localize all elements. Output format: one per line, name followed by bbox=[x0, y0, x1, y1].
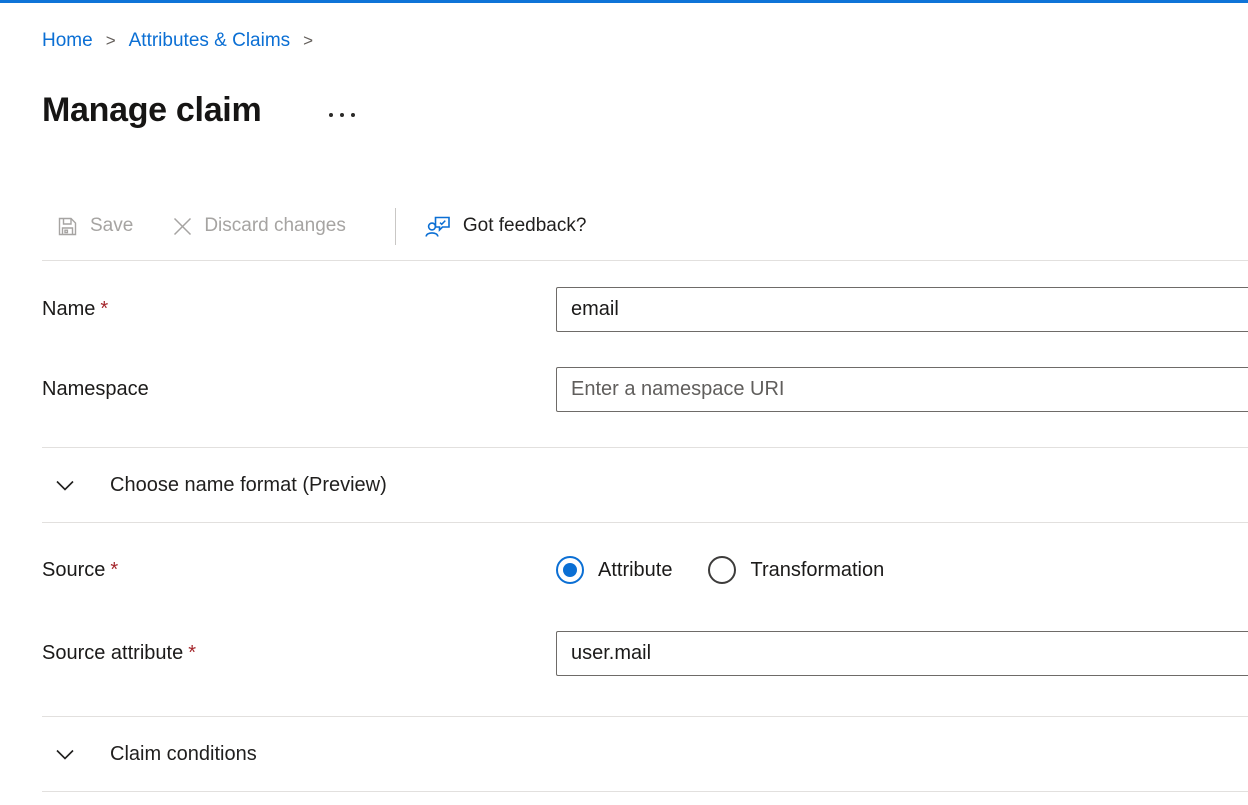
source-attribute-field-label: Source attribute* bbox=[42, 642, 556, 665]
source-field-label: Source* bbox=[42, 559, 556, 582]
source-label-text: Source bbox=[42, 559, 105, 581]
got-feedback-label: Got feedback? bbox=[463, 215, 587, 237]
save-button[interactable]: Save bbox=[55, 211, 135, 241]
chevron-down-icon bbox=[56, 480, 74, 491]
breadcrumb-home-link[interactable]: Home bbox=[42, 30, 93, 52]
top-accent-bar bbox=[0, 0, 1248, 3]
source-attribute-field-row: Source attribute* bbox=[42, 631, 1248, 676]
source-attribute-radio[interactable]: Attribute bbox=[556, 556, 672, 584]
required-asterisk: * bbox=[110, 559, 118, 581]
breadcrumb-separator-icon: > bbox=[303, 31, 313, 51]
name-input[interactable] bbox=[556, 287, 1248, 332]
namespace-field-label: Namespace bbox=[42, 378, 556, 401]
claim-conditions-section-title: Claim conditions bbox=[110, 743, 257, 766]
toolbar-bottom-divider bbox=[42, 260, 1248, 261]
more-menu-button[interactable] bbox=[323, 107, 361, 123]
breadcrumb-separator-icon: > bbox=[106, 31, 116, 51]
source-radio-group: Attribute Transformation bbox=[556, 556, 920, 584]
dismiss-icon bbox=[173, 217, 192, 236]
discard-changes-label: Discard changes bbox=[204, 215, 346, 237]
source-transformation-radio-label: Transformation bbox=[750, 559, 884, 582]
radio-dot bbox=[715, 563, 729, 577]
name-field-row: Name* bbox=[42, 287, 1248, 332]
choose-name-format-section-title: Choose name format (Preview) bbox=[110, 474, 387, 497]
radio-dot bbox=[563, 563, 577, 577]
radio-circle-icon bbox=[708, 556, 736, 584]
source-attribute-label-text: Source attribute bbox=[42, 642, 183, 664]
namespace-field-row: Namespace bbox=[42, 367, 1248, 412]
feedback-person-icon bbox=[425, 213, 451, 239]
namespace-label-text: Namespace bbox=[42, 378, 149, 400]
source-transformation-radio[interactable]: Transformation bbox=[708, 556, 884, 584]
required-asterisk: * bbox=[100, 298, 108, 320]
page-title: Manage claim bbox=[42, 91, 261, 130]
breadcrumb: Home > Attributes & Claims > bbox=[42, 27, 1248, 55]
ellipsis-icon bbox=[351, 113, 355, 117]
title-row: Manage claim bbox=[42, 87, 1248, 133]
ellipsis-icon bbox=[329, 113, 333, 117]
toolbar-divider bbox=[395, 208, 396, 245]
ellipsis-icon bbox=[340, 113, 344, 117]
namespace-input[interactable] bbox=[556, 367, 1248, 412]
choose-name-format-section-toggle[interactable]: Choose name format (Preview) bbox=[42, 448, 1248, 523]
discard-changes-button[interactable]: Discard changes bbox=[171, 211, 348, 241]
source-field-row: Source* Attribute Transformation bbox=[42, 555, 1248, 585]
save-button-label: Save bbox=[90, 215, 133, 237]
breadcrumb-attributes-claims-link[interactable]: Attributes & Claims bbox=[129, 30, 291, 52]
manage-claim-page: Home > Attributes & Claims > Manage clai… bbox=[0, 0, 1248, 792]
got-feedback-button[interactable]: Got feedback? bbox=[423, 209, 589, 243]
command-bar: Save Discard changes Got feedb bbox=[55, 205, 1248, 247]
name-label-text: Name bbox=[42, 298, 95, 320]
save-icon bbox=[57, 216, 78, 237]
required-asterisk: * bbox=[188, 642, 196, 664]
source-attribute-radio-label: Attribute bbox=[598, 559, 672, 582]
chevron-down-icon bbox=[56, 749, 74, 760]
name-field-label: Name* bbox=[42, 298, 556, 321]
radio-circle-icon bbox=[556, 556, 584, 584]
source-attribute-input[interactable] bbox=[556, 631, 1248, 676]
claim-conditions-section-toggle[interactable]: Claim conditions bbox=[42, 717, 1248, 792]
